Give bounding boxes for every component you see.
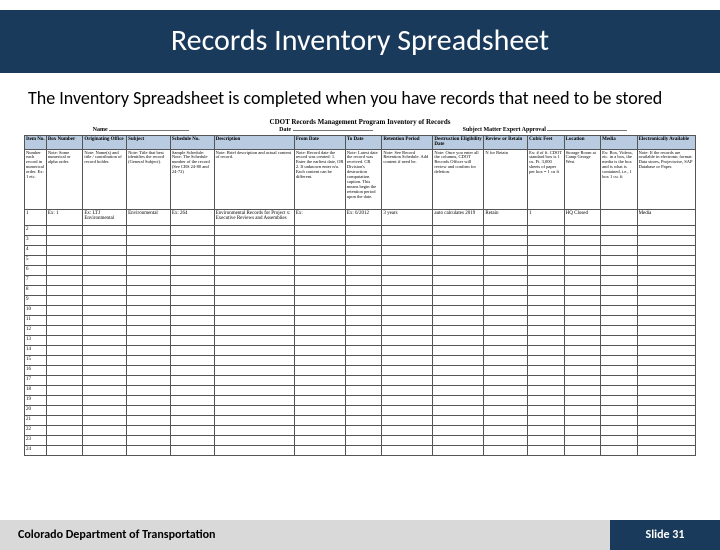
table-row: 6	[25, 265, 696, 275]
footer-org: Colorado Department of Transportation	[0, 520, 610, 550]
table-row: 8	[25, 285, 696, 295]
table-row: 22	[25, 425, 696, 435]
meta-date-label: Date	[279, 127, 291, 133]
col-cubic-feet: Cubic Feet	[528, 135, 564, 149]
col-description: Description	[214, 135, 294, 149]
page-title: Records Inventory Spreadsheet	[0, 22, 720, 59]
col-location: Location	[564, 135, 600, 149]
table-row: 23	[25, 435, 696, 445]
table-row: 17	[25, 375, 696, 385]
table-row: 16	[25, 365, 696, 375]
col-item-no: Item No.	[25, 135, 47, 149]
table-row: 14	[25, 345, 696, 355]
table-row: 11	[25, 315, 696, 325]
col-from-date: From Date	[294, 135, 345, 149]
table-row: 1 Ex: 1 Ex: LTJ Environmental Environmen…	[25, 209, 696, 225]
table-row: 3	[25, 235, 696, 245]
col-review-retain: Review or Retain	[484, 135, 528, 149]
col-schedule: Schedule No.	[170, 135, 214, 149]
table-row: 10	[25, 305, 696, 315]
footer: Colorado Department of Transportation Sl…	[0, 520, 720, 550]
table-row: 20	[25, 405, 696, 415]
description-text: The Inventory Spreadsheet is completed w…	[0, 73, 720, 112]
meta-name-label: Name	[93, 127, 108, 133]
footer-slide-number: Slide 31	[610, 520, 720, 550]
col-electronic: Electronically Available	[637, 135, 695, 149]
col-to-date: To Date	[345, 135, 381, 149]
table-body: Number each record in numerical order. E…	[25, 149, 696, 455]
table-row: 24	[25, 445, 696, 455]
table-row: 2	[25, 225, 696, 235]
sheet-meta-row: Name Date Subject Matter Expert Approval	[24, 127, 696, 133]
table-row: 18	[25, 385, 696, 395]
col-subject: Subject	[127, 135, 171, 149]
table-row: 7	[25, 275, 696, 285]
col-destruct-date: Destruction Eligibility Date	[433, 135, 484, 149]
guide-row: Number each record in numerical order. E…	[25, 149, 696, 209]
table-row: 13	[25, 335, 696, 345]
table-header-row: Item No. Box Number Originating Office S…	[25, 135, 696, 149]
sheet-title: CDOT Records Management Program Inventor…	[24, 118, 696, 126]
table-row: 4	[25, 245, 696, 255]
col-retention: Retention Period	[382, 135, 433, 149]
table-row: 19	[25, 395, 696, 405]
table-row: 12	[25, 325, 696, 335]
table-row: 5	[25, 255, 696, 265]
title-bar: Records Inventory Spreadsheet	[0, 10, 720, 73]
table-row: 15	[25, 355, 696, 365]
table-row: 9	[25, 295, 696, 305]
meta-sme-label: Subject Matter Expert Approval	[463, 127, 546, 133]
col-orig-office: Originating Office	[83, 135, 127, 149]
table-row: 21	[25, 415, 696, 425]
col-box-number: Box Number	[46, 135, 82, 149]
col-media: Media	[601, 135, 637, 149]
spreadsheet-image: CDOT Records Management Program Inventor…	[0, 112, 720, 456]
inventory-table: Item No. Box Number Originating Office S…	[24, 135, 696, 456]
